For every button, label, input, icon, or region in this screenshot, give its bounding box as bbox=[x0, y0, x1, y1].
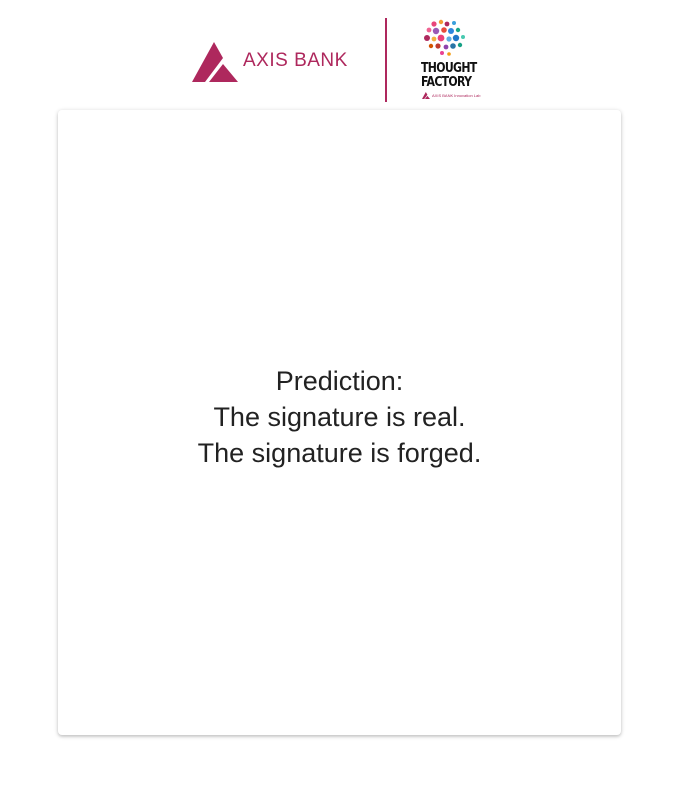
prediction-result: Prediction: The signature is real. The s… bbox=[58, 363, 621, 471]
axis-bank-mini-mark-icon bbox=[422, 92, 430, 100]
prediction-label: Prediction: bbox=[275, 366, 404, 396]
thought-factory-word-1: THOUGHT bbox=[421, 61, 477, 76]
header: AXIS BANK THOUGHT FACTORY AXIS BANK Inno… bbox=[0, 0, 681, 108]
prediction-line-forged: The signature is forged. bbox=[197, 438, 482, 468]
axis-bank-mark-icon bbox=[192, 42, 238, 82]
thought-factory-word-2: FACTORY bbox=[421, 75, 472, 90]
axis-bank-logo-text: AXIS BANK bbox=[243, 50, 348, 71]
thought-factory-subtext-label: AXIS BANK Innovation Lab bbox=[432, 93, 481, 98]
brain-dots-icon bbox=[424, 19, 465, 56]
prediction-line-real: The signature is real. bbox=[213, 402, 466, 432]
thought-factory-subtext: AXIS BANK Innovation Lab bbox=[422, 92, 488, 100]
axis-bank-logo: AXIS BANK bbox=[192, 42, 362, 82]
prediction-card: Prediction: The signature is real. The s… bbox=[58, 110, 621, 735]
logo-divider bbox=[385, 18, 387, 102]
thought-factory-logo: THOUGHT FACTORY AXIS BANK Innovation Lab bbox=[418, 18, 486, 102]
